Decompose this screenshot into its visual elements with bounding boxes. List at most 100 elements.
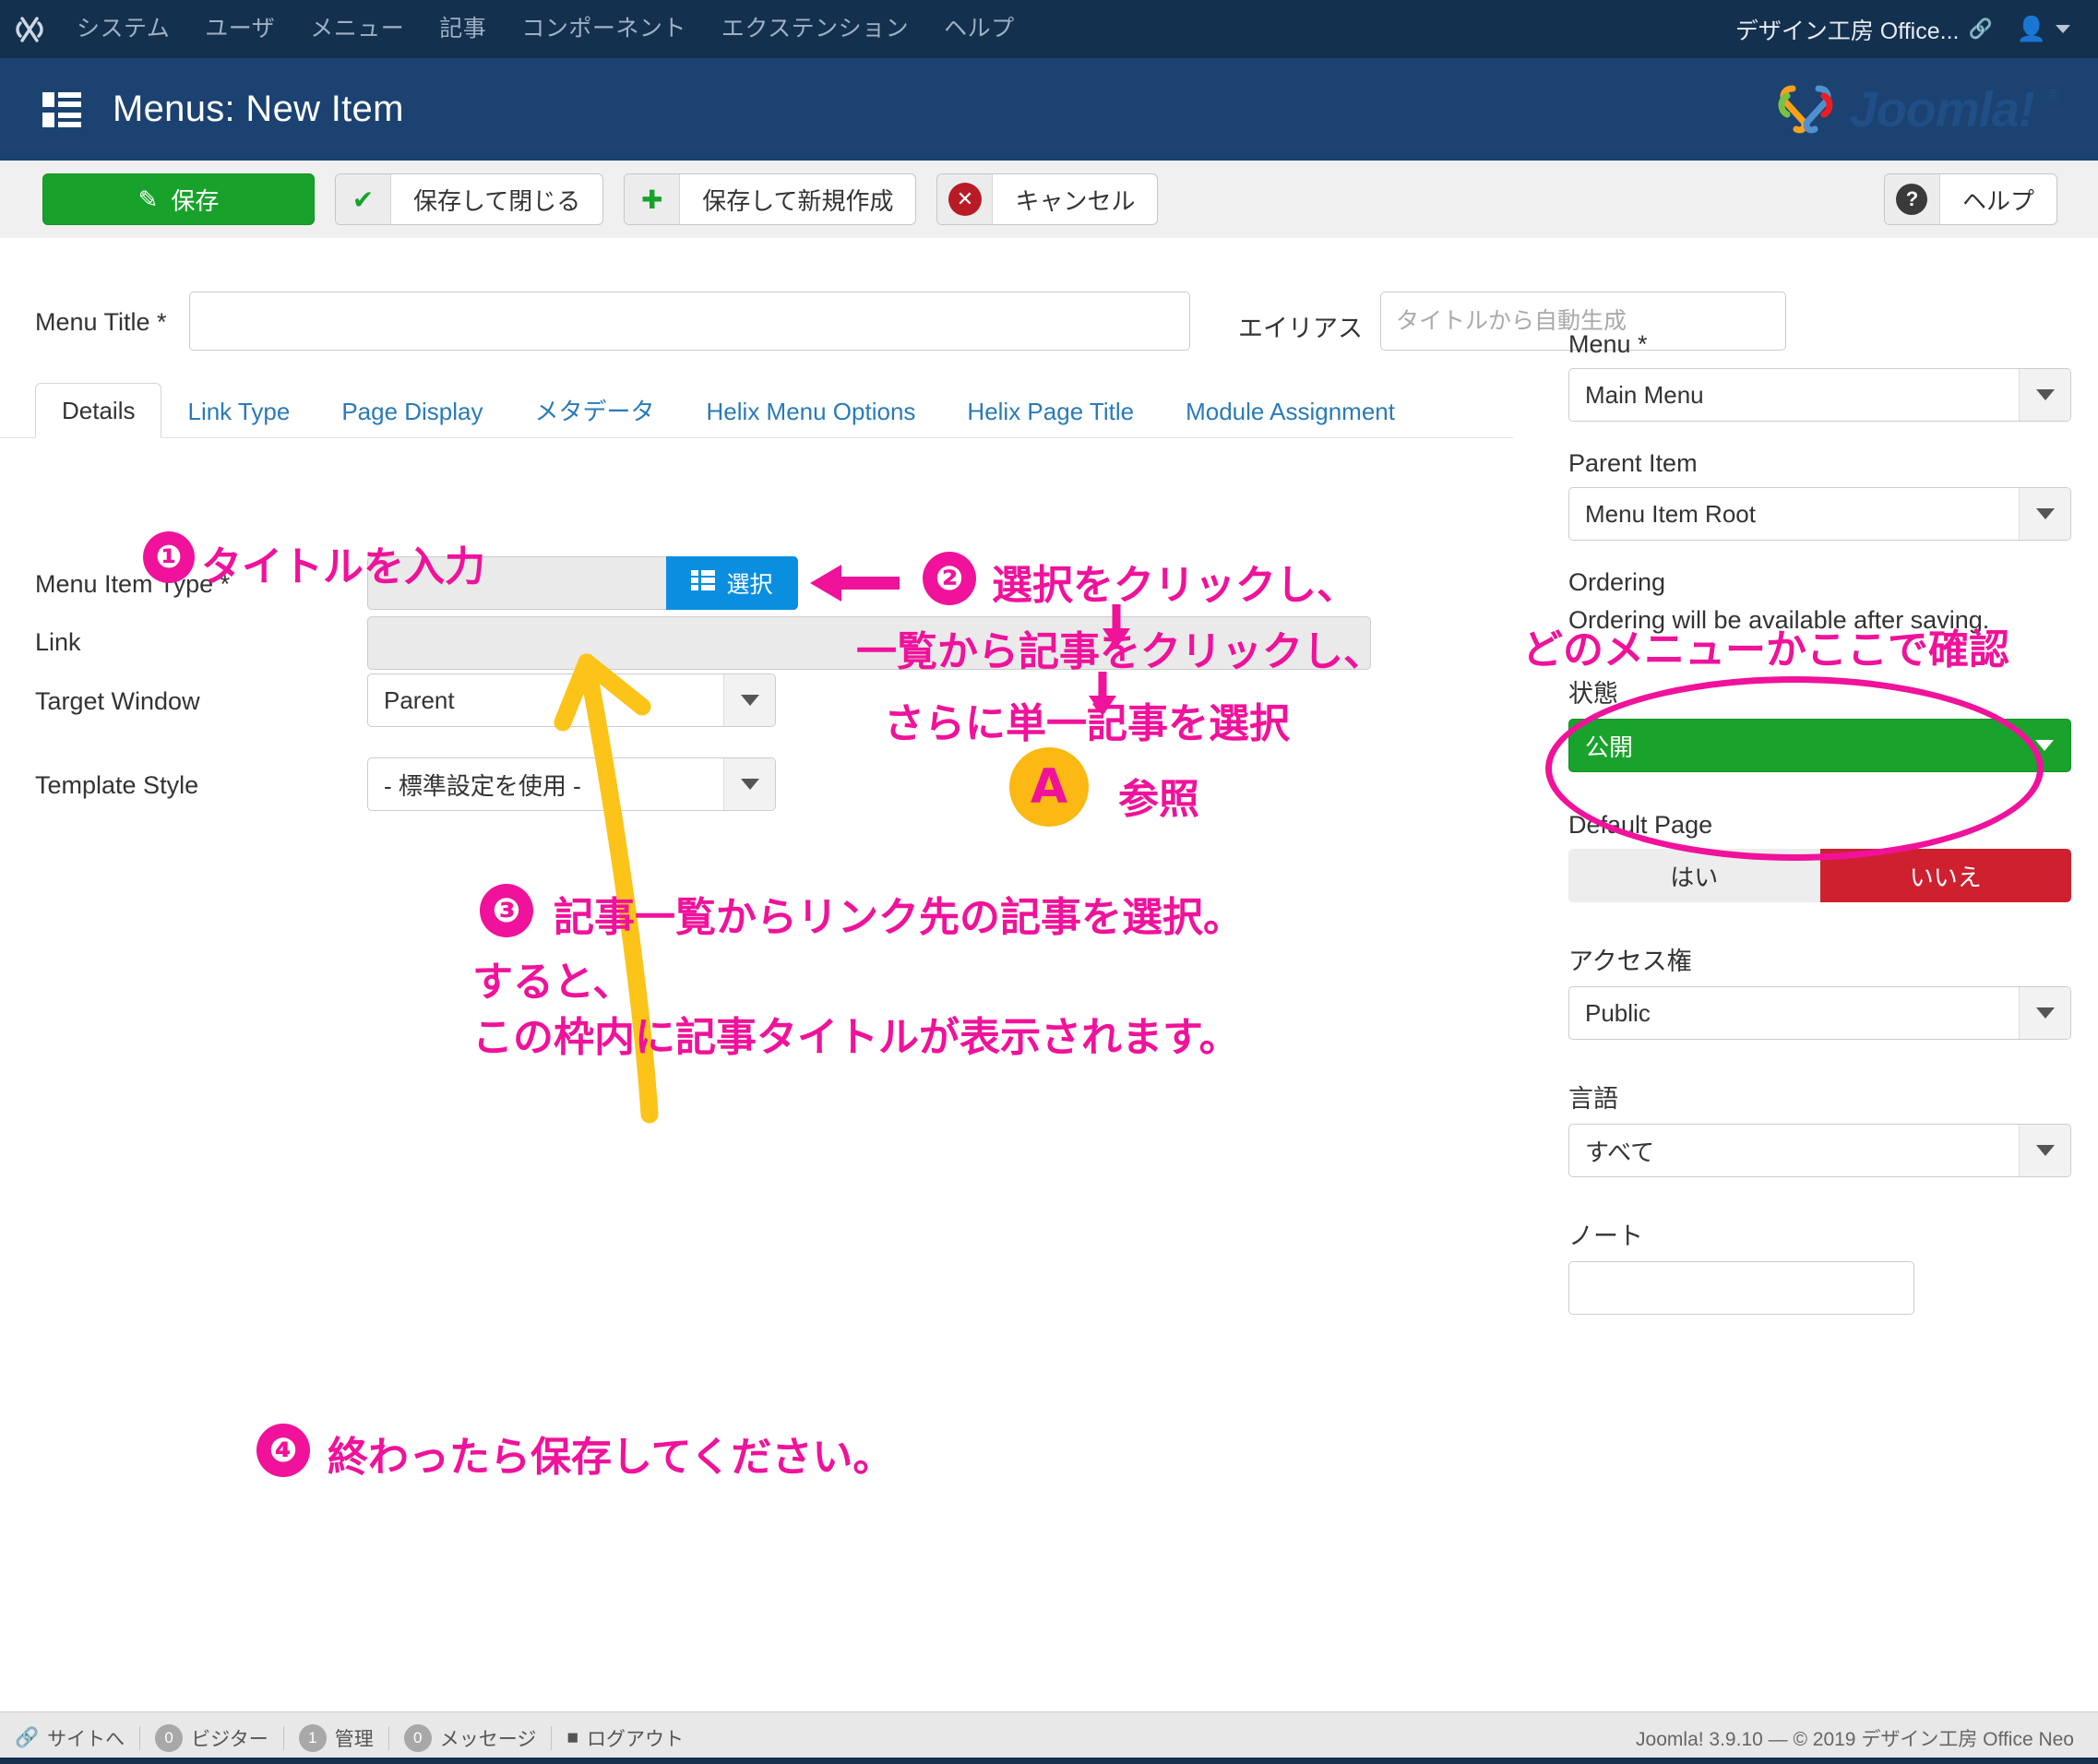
joomla-wordmark: Joomla! <box>1850 81 2034 138</box>
annotation-sidebar-note: どのメニューかここで確認 <box>1522 616 2009 675</box>
messages-count-badge: 0 <box>404 1724 432 1752</box>
note-label: ノート <box>1568 1216 2071 1252</box>
nav-item-extensions[interactable]: エクステンション <box>704 0 926 58</box>
main-content: Menu Title * エイリアス タイトルから自動生成 Details Li… <box>0 238 2098 1711</box>
visitors-count-badge: 0 <box>155 1724 183 1752</box>
target-window-label: Target Window <box>35 687 200 716</box>
status-bar: 🔗 サイトへ 0 ビジター 1 管理 0 メッセージ ■ ログアウト Jooml… <box>0 1711 2098 1764</box>
admin-count-badge: 1 <box>299 1724 327 1752</box>
annotation-step4-badge: ❹ <box>256 1424 310 1477</box>
annotation-step3-line3: この枠内に記事タイトルが表示されます。 <box>472 1004 1240 1063</box>
cancel-label: キャンセル <box>993 174 1157 224</box>
language-select[interactable]: すべて <box>1568 1124 2071 1177</box>
check-icon: ✔ <box>336 174 391 224</box>
tab-metadata[interactable]: メタデータ <box>509 385 681 438</box>
circle-question-icon: ? <box>1885 174 1940 224</box>
external-link-icon: 🔗 <box>15 1727 39 1749</box>
language-label: 言語 <box>1568 1079 2071 1114</box>
menu-label: Menu * <box>1568 330 2071 359</box>
messages-label: メッセージ <box>440 1724 537 1752</box>
view-site-label: サイトへ <box>47 1724 125 1752</box>
annotation-left-arrow <box>803 556 904 612</box>
annotation-step2-line2: 一覧から記事をクリックし、 <box>856 618 1384 677</box>
view-site-link[interactable]: 🔗 サイトへ <box>0 1724 139 1752</box>
menu-title-input[interactable] <box>189 292 1190 351</box>
annotation-step3-line2: すると、 <box>472 948 633 1007</box>
annotation-reference-text: 参照 <box>1118 766 1199 825</box>
chevron-down-icon <box>2019 1125 2070 1176</box>
help-button[interactable]: ? ヘルプ <box>1884 173 2057 225</box>
menu-value: Main Menu <box>1569 381 2019 410</box>
ordering-label: Ordering <box>1568 568 2071 597</box>
chevron-down-icon <box>2019 987 2070 1039</box>
action-toolbar: ✎ 保存 ✔ 保存して閉じる ✚ 保存して新規作成 ✕ キャンセル ? ヘルプ <box>0 161 2098 238</box>
save-and-new-button[interactable]: ✚ 保存して新規作成 <box>624 173 916 225</box>
menu-list-icon <box>41 89 83 131</box>
annotation-step2-line1: 選択をクリックし、 <box>992 552 1357 611</box>
note-field: ノート <box>1568 1216 2071 1315</box>
edit-square-icon: ✎ <box>138 185 159 214</box>
nav-item-components[interactable]: コンポーネント <box>504 0 704 58</box>
grid-list-icon <box>691 570 715 597</box>
tab-link-type[interactable]: Link Type <box>161 385 316 438</box>
language-field: 言語 すべて <box>1568 1079 2071 1177</box>
external-link-icon: 🔗 <box>1968 18 1992 41</box>
page-title: Menus: New Item <box>113 89 404 130</box>
tab-module-assignment[interactable]: Module Assignment <box>1160 385 1421 438</box>
annotation-reference-badge: A <box>1009 747 1089 827</box>
tab-details[interactable]: Details <box>35 383 161 438</box>
logout-link[interactable]: ■ ログアウト <box>552 1724 698 1752</box>
menu-title-label: Menu Title * <box>35 308 167 337</box>
chevron-down-icon <box>723 758 775 810</box>
nav-item-system[interactable]: システム <box>59 0 187 58</box>
nav-item-users[interactable]: ユーザ <box>187 0 292 58</box>
parent-item-select[interactable]: Menu Item Root <box>1568 487 2071 541</box>
tab-helix-menu-options[interactable]: Helix Menu Options <box>681 385 942 438</box>
chevron-down-icon <box>2019 488 2070 540</box>
nav-item-content[interactable]: 記事 <box>422 0 504 58</box>
annotation-menu-highlight-oval <box>1545 676 2044 861</box>
annotation-step1-badge: ❶ <box>143 531 195 583</box>
circle-x-icon: ✕ <box>937 174 993 224</box>
menu-select[interactable]: Main Menu <box>1568 368 2071 422</box>
visitors-status[interactable]: 0 ビジター <box>140 1724 283 1752</box>
copyright-text: Joomla! 3.9.10 — © 2019 デザイン工房 Office Ne… <box>1636 1724 2098 1752</box>
logout-label: ログアウト <box>587 1724 684 1752</box>
annotation-step2-badge: ❷ <box>923 552 976 605</box>
messages-status[interactable]: 0 メッセージ <box>389 1724 552 1752</box>
save-and-new-label: 保存して新規作成 <box>680 174 915 224</box>
annotation-step3-line1: 記事一覧からリンク先の記事を選択。 <box>554 884 1244 943</box>
joomla-brand-icon: Joomla! ® <box>1776 81 2059 138</box>
tab-bar: Details Link Type Page Display メタデータ Hel… <box>35 381 1421 438</box>
access-value: Public <box>1569 999 2019 1028</box>
cancel-button[interactable]: ✕ キャンセル <box>936 173 1158 225</box>
menu-field: Menu * Main Menu <box>1568 330 2071 422</box>
select-menu-item-type-button[interactable]: 選択 <box>666 556 798 610</box>
user-menu-button[interactable]: 👤 <box>2017 15 2098 43</box>
select-button-label: 選択 <box>726 566 772 600</box>
tab-page-display[interactable]: Page Display <box>316 385 508 438</box>
site-name-link[interactable]: デザイン工房 Office... 🔗 <box>1735 13 2017 46</box>
admin-status[interactable]: 1 管理 <box>284 1724 388 1752</box>
chevron-down-icon <box>723 674 775 726</box>
save-button[interactable]: ✎ 保存 <box>42 173 315 225</box>
page-header: Menus: New Item Joomla! ® <box>0 58 2098 161</box>
nav-item-help[interactable]: ヘルプ <box>926 0 1032 58</box>
access-field: アクセス権 Public <box>1568 941 2071 1040</box>
alias-label: エイリアス <box>1238 308 1363 344</box>
chevron-down-icon <box>2019 369 2070 421</box>
template-style-label: Template Style <box>35 771 198 800</box>
access-select[interactable]: Public <box>1568 986 2071 1040</box>
nav-item-menus[interactable]: メニュー <box>292 0 422 58</box>
note-input[interactable] <box>1568 1261 1914 1315</box>
access-label: アクセス権 <box>1568 941 2071 977</box>
parent-item-label: Parent Item <box>1568 449 2071 478</box>
tab-helix-page-title[interactable]: Helix Page Title <box>941 385 1160 438</box>
help-label: ヘルプ <box>1940 174 2056 224</box>
language-value: すべて <box>1569 1134 2019 1168</box>
joomla-logo-icon[interactable] <box>0 0 59 58</box>
save-and-close-button[interactable]: ✔ 保存して閉じる <box>335 173 603 225</box>
annotation-step2-line3: さらに単一記事を選択 <box>884 690 1290 749</box>
admin-label: 管理 <box>335 1724 374 1752</box>
logout-icon: ■ <box>566 1727 578 1749</box>
